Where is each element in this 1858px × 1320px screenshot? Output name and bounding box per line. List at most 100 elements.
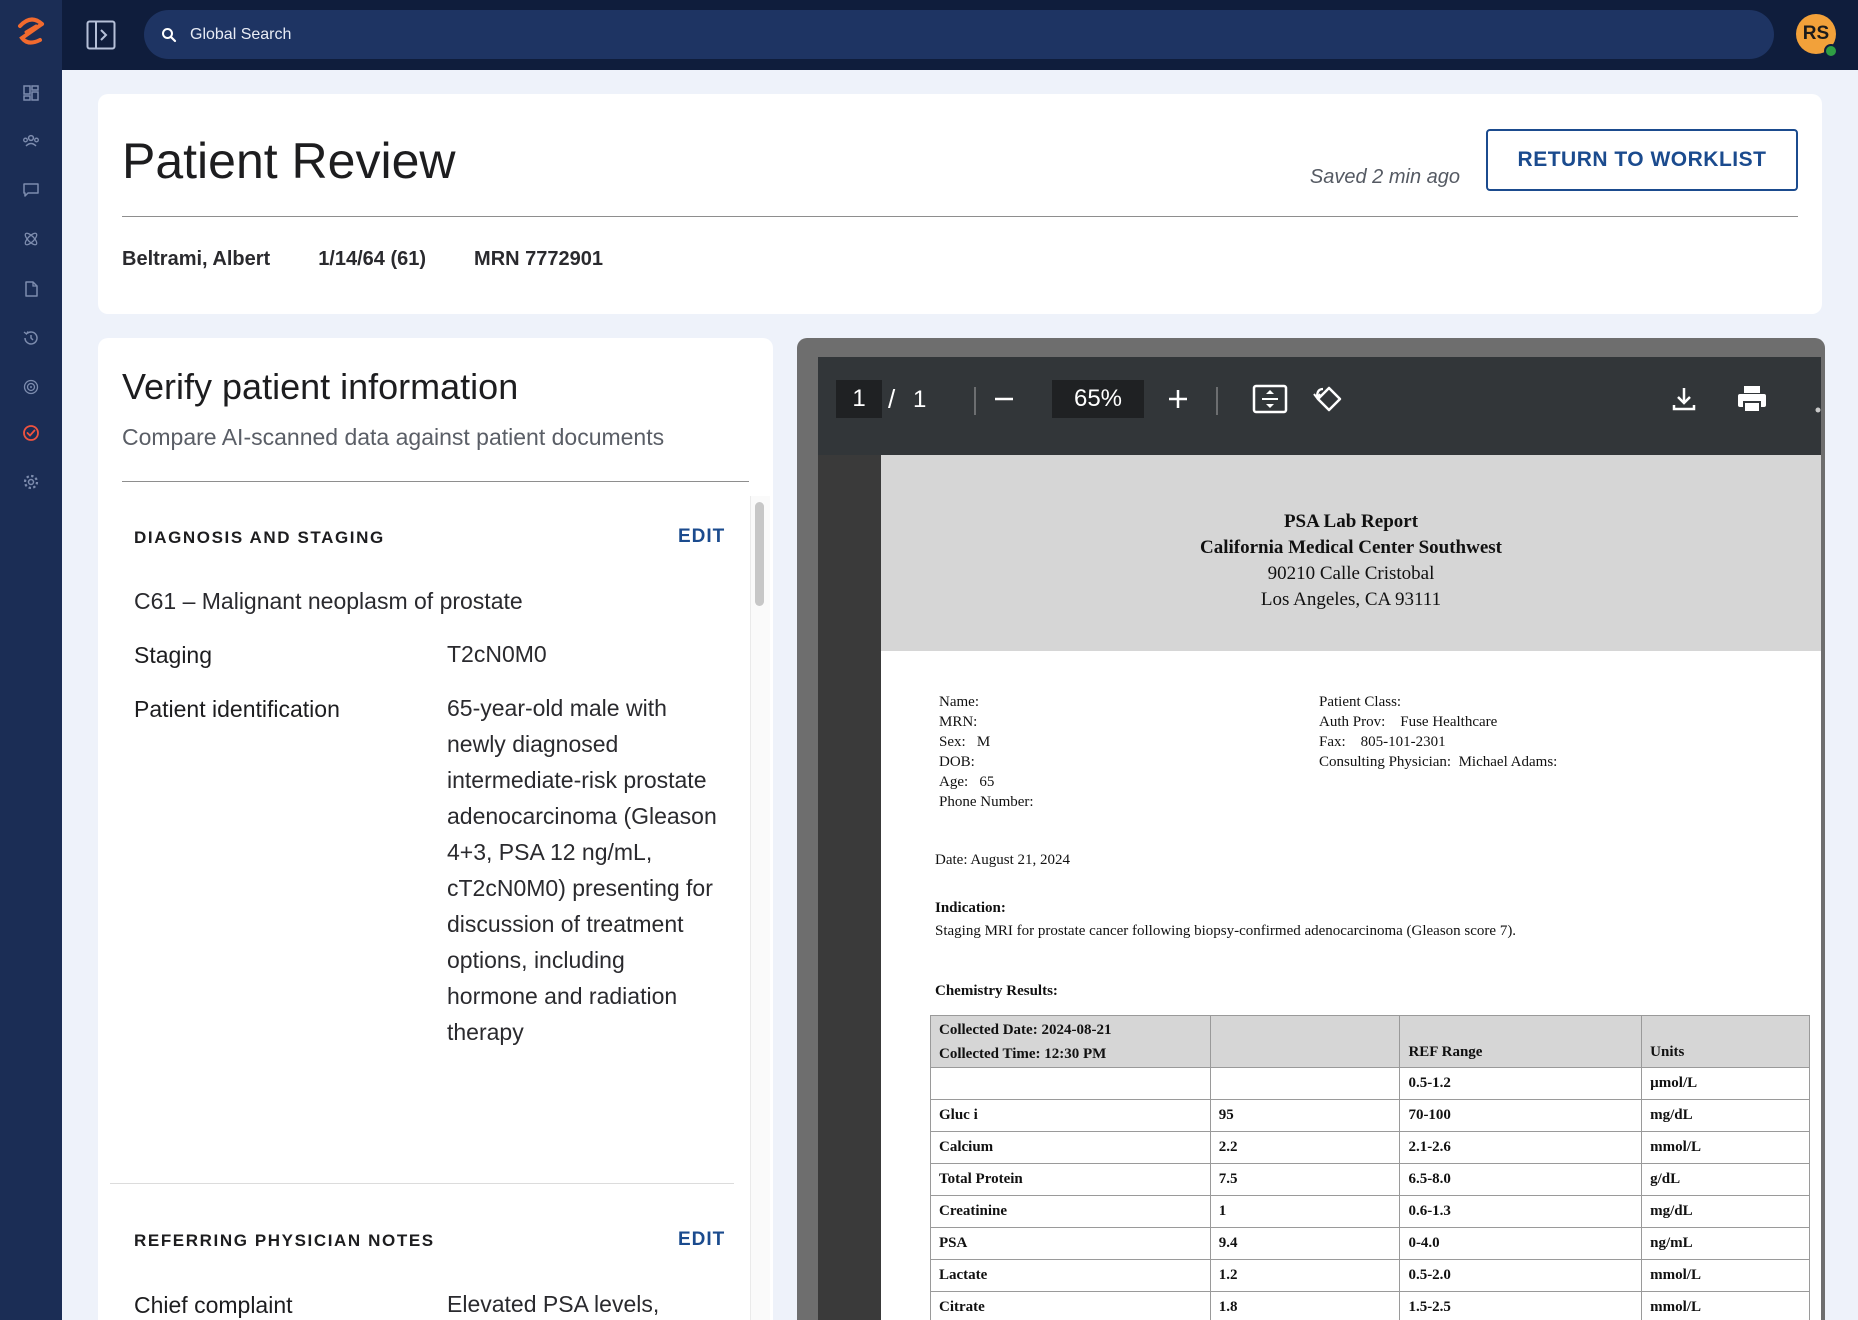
diagnosis-section-heading: DIAGNOSIS AND STAGING bbox=[134, 528, 385, 547]
doc-field: Phone Number: bbox=[939, 794, 1034, 810]
chief-complaint-label: Chief complaint bbox=[134, 1292, 293, 1318]
history-icon[interactable] bbox=[20, 327, 42, 349]
verify-title: Verify patient information bbox=[122, 366, 519, 407]
zoom-level-input[interactable]: 65% bbox=[1052, 380, 1144, 418]
table-row: Citrate 1.8 1.5-2.5 mmol/L bbox=[930, 1291, 1810, 1320]
table-row: PSA 9.4 0-4.0 ng/mL bbox=[930, 1227, 1810, 1260]
table-cell: Citrate bbox=[930, 1291, 1211, 1320]
lab-report-header: PSA Lab Report California Medical Center… bbox=[881, 455, 1821, 651]
pdf-viewport[interactable]: 1 / 1 65% PSA Lab Report California Medi… bbox=[818, 357, 1821, 1320]
zoom-in-icon[interactable] bbox=[1158, 379, 1198, 419]
rotate-icon[interactable] bbox=[1309, 379, 1349, 419]
table-row: 0.5-1.2 µmol/L bbox=[930, 1067, 1810, 1100]
dashboard-icon[interactable] bbox=[20, 82, 42, 104]
table-cell bbox=[1209, 1067, 1401, 1100]
page-number-input[interactable]: 1 bbox=[836, 380, 882, 418]
more-options-icon[interactable] bbox=[1814, 401, 1822, 413]
section-divider bbox=[110, 1183, 734, 1184]
edit-diagnosis-button[interactable]: EDIT bbox=[678, 526, 725, 548]
toolbar-divider bbox=[974, 387, 976, 415]
table-cell: 9.4 bbox=[1209, 1227, 1401, 1260]
table-cell: Total Protein bbox=[930, 1163, 1211, 1196]
indication-text: Staging MRI for prostate cancer followin… bbox=[935, 923, 1517, 939]
collected-date: Collected Date: 2024-08-21 bbox=[939, 1021, 1112, 1038]
table-cell: mg/dL bbox=[1641, 1099, 1810, 1132]
table-cell: mg/dL bbox=[1641, 1195, 1810, 1228]
scrollbar-thumb[interactable] bbox=[755, 502, 764, 606]
indication-label: Indication: bbox=[935, 900, 1006, 916]
patient-fields-right: Patient Class: Auth Prov: Fuse Healthcar… bbox=[1319, 692, 1557, 772]
patients-icon[interactable] bbox=[20, 130, 42, 152]
table-cell: 1 bbox=[1209, 1195, 1401, 1228]
chief-complaint-value: Elevated PSA levels, bbox=[447, 1291, 660, 1317]
pdf-page: PSA Lab Report California Medical Center… bbox=[881, 455, 1821, 1320]
table-cell: 2.2 bbox=[1209, 1131, 1401, 1164]
panel-toggle-icon[interactable] bbox=[86, 20, 116, 50]
zoom-out-icon[interactable] bbox=[984, 379, 1024, 419]
download-icon[interactable] bbox=[1664, 379, 1704, 419]
table-row: Calcium 2.2 2.1-2.6 mmol/L bbox=[930, 1131, 1810, 1164]
table-cell: 0.5-1.2 bbox=[1399, 1067, 1643, 1100]
radar-icon[interactable] bbox=[20, 376, 42, 398]
chemistry-results-table: Collected Date: 2024-08-21 Collected Time… bbox=[930, 1015, 1810, 1320]
global-search-bar[interactable] bbox=[144, 10, 1774, 59]
doc-field: MRN: bbox=[939, 714, 978, 730]
table-cell: 95 bbox=[1209, 1099, 1401, 1132]
staging-value: T2cN0M0 bbox=[447, 641, 547, 667]
referring-notes-section-heading: REFERRING PHYSICIAN NOTES bbox=[134, 1231, 435, 1250]
patient-demographics: Beltrami, Albert 1/14/64 (61) MRN 777290… bbox=[122, 248, 651, 271]
patient-identification-label: Patient identification bbox=[134, 696, 340, 722]
report-address-line2: Los Angeles, CA 93111 bbox=[1260, 589, 1442, 610]
patient-mrn: MRN 7772901 bbox=[474, 248, 604, 270]
table-cell: Lactate bbox=[930, 1259, 1211, 1292]
verify-divider bbox=[122, 481, 749, 482]
table-cell: Creatinine bbox=[930, 1195, 1211, 1228]
return-to-worklist-button[interactable]: RETURN TO WORKLIST bbox=[1486, 129, 1798, 191]
collected-time: Collected Time: 12:30 PM bbox=[939, 1045, 1107, 1062]
verify-subtitle: Compare AI-scanned data against patient … bbox=[122, 424, 665, 450]
table-cell: 7.5 bbox=[1209, 1163, 1401, 1196]
review-check-icon[interactable] bbox=[20, 422, 42, 444]
table-cell: 1.2 bbox=[1209, 1259, 1401, 1292]
diagnosis-code: C61 – Malignant neoplasm of prostate bbox=[134, 588, 523, 614]
patient-header-card: Patient Review Saved 2 min ago RETURN TO… bbox=[98, 94, 1822, 314]
fit-page-icon[interactable] bbox=[1250, 379, 1290, 419]
table-row: Creatinine 1 0.6-1.3 mg/dL bbox=[930, 1195, 1810, 1228]
edit-referring-notes-button[interactable]: EDIT bbox=[678, 1229, 725, 1251]
research-icon[interactable] bbox=[20, 228, 42, 250]
table-cell: Gluc i bbox=[930, 1099, 1211, 1132]
global-search-input[interactable] bbox=[190, 25, 1690, 44]
table-cell: 2.1-2.6 bbox=[1399, 1131, 1643, 1164]
brand-logo-icon[interactable] bbox=[14, 14, 48, 48]
report-facility: California Medical Center Southwest bbox=[1199, 537, 1503, 558]
page-separator: / bbox=[888, 384, 896, 414]
collected-info: Collected Date: 2024-08-21 Collected Time… bbox=[930, 1015, 1211, 1068]
pdf-viewer: 1 / 1 65% PSA Lab Report California Medi… bbox=[797, 338, 1825, 1320]
table-row: Lactate 1.2 0.5-2.0 mmol/L bbox=[930, 1259, 1810, 1292]
table-cell: mmol/L bbox=[1641, 1291, 1810, 1320]
print-icon[interactable] bbox=[1732, 379, 1772, 419]
page-total: 1 bbox=[913, 386, 927, 413]
presence-indicator bbox=[1824, 44, 1838, 58]
doc-field: Sex: M bbox=[939, 734, 991, 750]
doc-field: Name: bbox=[939, 694, 979, 710]
patient-dob-age: 1/14/64 (61) bbox=[318, 248, 427, 270]
saved-status: Saved 2 min ago bbox=[1309, 166, 1460, 188]
table-row: Total Protein 7.5 6.5-8.0 g/dL bbox=[930, 1163, 1810, 1196]
doc-field: Fax: 805-101-2301 bbox=[1319, 734, 1446, 750]
table-cell: 1.5-2.5 bbox=[1399, 1291, 1643, 1320]
table-header-row: Collected Date: 2024-08-21 Collected Time… bbox=[930, 1015, 1810, 1068]
toolbar-divider bbox=[1216, 387, 1218, 415]
document-icon[interactable] bbox=[20, 278, 42, 300]
doc-field: Auth Prov: Fuse Healthcare bbox=[1319, 714, 1498, 730]
chemistry-label: Chemistry Results: bbox=[935, 983, 1058, 999]
sidebar bbox=[0, 0, 62, 1320]
table-cell: 0.6-1.3 bbox=[1399, 1195, 1643, 1228]
table-cell: ng/mL bbox=[1641, 1227, 1810, 1260]
patient-identification-value: 65-year-old male with newly diagnosed in… bbox=[447, 695, 717, 1045]
settings-icon[interactable] bbox=[20, 471, 42, 493]
chat-icon[interactable] bbox=[20, 179, 42, 201]
staging-label: Staging bbox=[134, 642, 213, 668]
scrollbar-track[interactable] bbox=[750, 496, 770, 1320]
table-cell: µmol/L bbox=[1641, 1067, 1810, 1100]
